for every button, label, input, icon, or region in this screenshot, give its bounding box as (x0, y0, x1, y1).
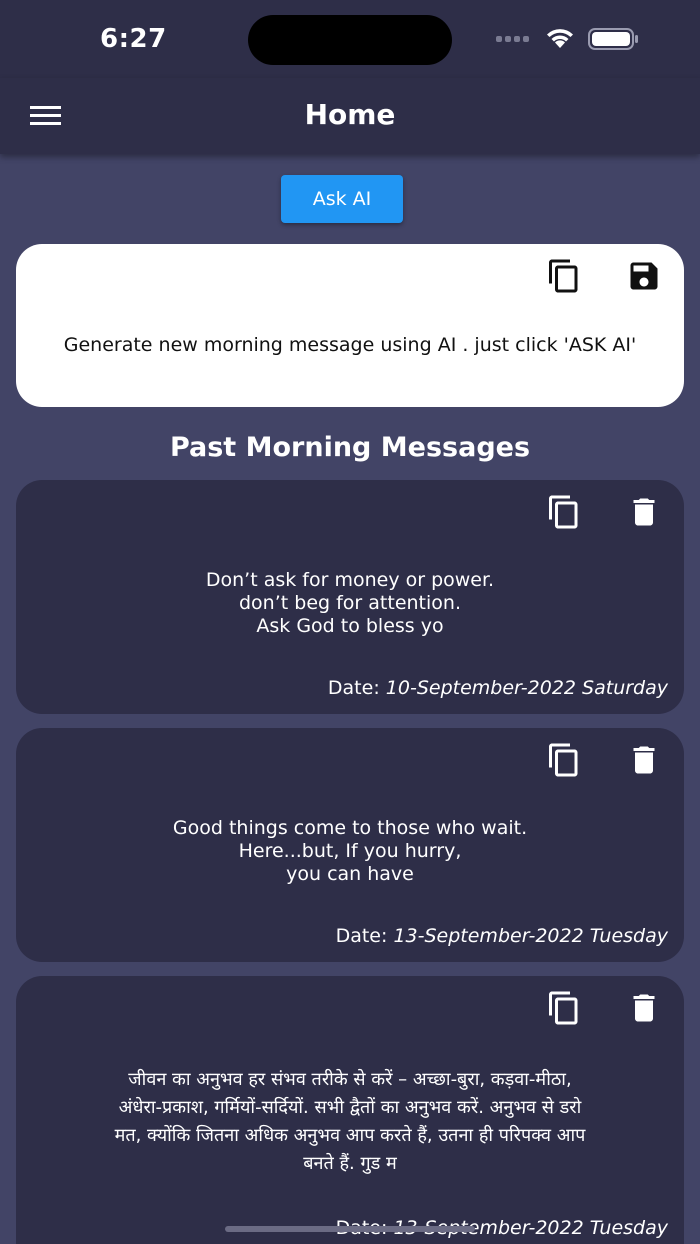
delete-icon[interactable] (626, 990, 662, 1026)
wifi-icon (547, 29, 573, 48)
status-bar: 6:27 (0, 0, 700, 78)
ai-message-text: Generate new morning message using AI . … (63, 334, 637, 356)
message-date: Date: 10-September-2022 Saturday (327, 677, 668, 699)
message-date: Date: 13-September-2022 Tuesday (335, 925, 668, 947)
past-message-card: Good things come to those who wait. Here… (16, 728, 684, 962)
delete-icon[interactable] (626, 494, 662, 530)
copy-icon[interactable] (546, 494, 582, 530)
ai-message-card: Generate new morning message using AI . … (16, 244, 684, 407)
copy-icon[interactable] (546, 258, 582, 294)
dynamic-island (248, 15, 452, 65)
battery-icon (588, 28, 638, 50)
past-message-card: Don’t ask for money or power. don’t beg … (16, 480, 684, 714)
copy-icon[interactable] (546, 990, 582, 1026)
delete-icon[interactable] (626, 742, 662, 778)
cellular-signal-icon (496, 36, 529, 42)
past-message-text: Don’t ask for money or power. don’t beg … (205, 569, 495, 637)
past-message-text: जीवन का अनुभव हर संभव तरीके से करें – अच… (114, 1069, 586, 1174)
status-time: 6:27 (100, 24, 167, 54)
past-message-text: Good things come to those who wait. Here… (172, 817, 528, 885)
page-title: Home (304, 98, 396, 131)
copy-icon[interactable] (546, 742, 582, 778)
app-bar: Home (0, 78, 700, 154)
past-messages-title: Past Morning Messages (169, 432, 531, 463)
home-indicator[interactable] (225, 1226, 475, 1232)
past-message-card: जीवन का अनुभव हर संभव तरीके से करें – अच… (16, 976, 684, 1244)
ask-ai-button[interactable]: Ask AI (281, 175, 403, 223)
save-icon[interactable] (626, 258, 662, 294)
